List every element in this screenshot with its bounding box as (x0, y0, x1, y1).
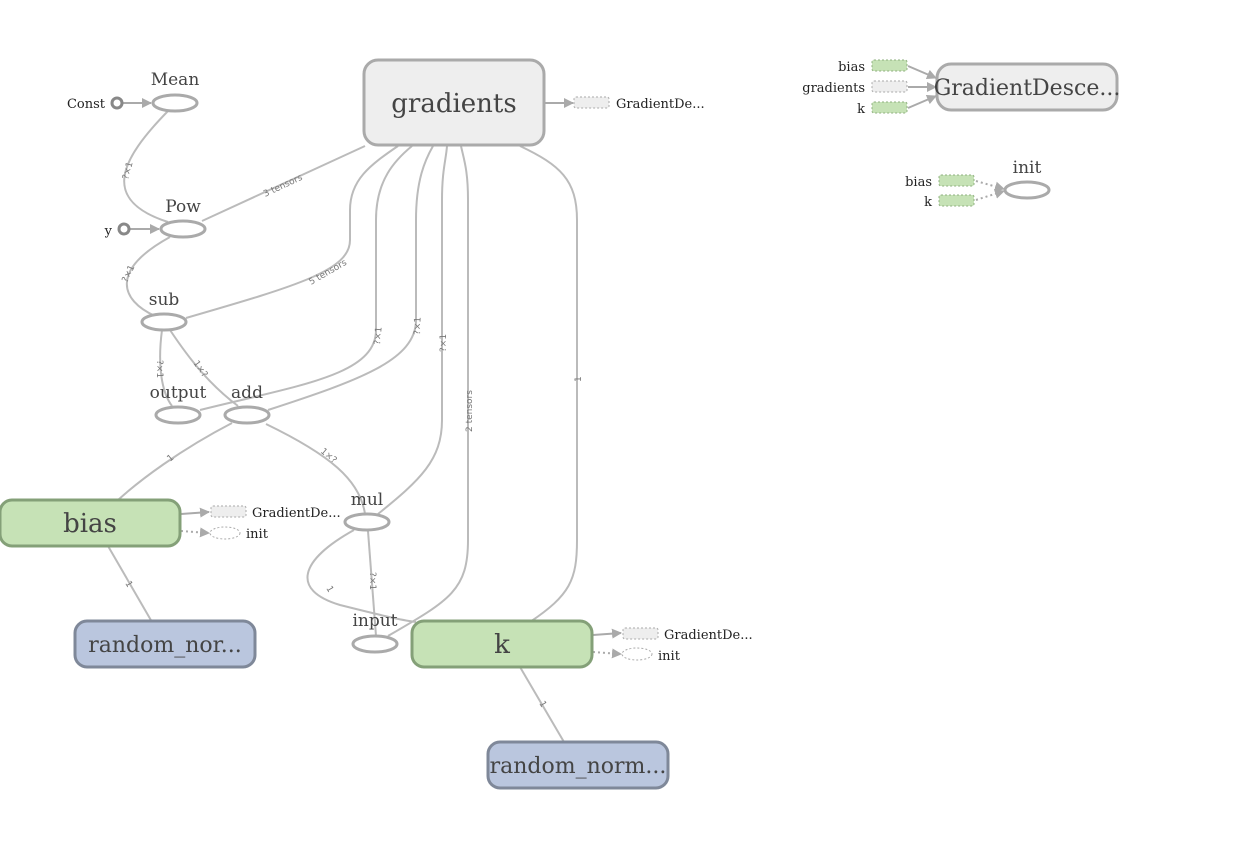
node-y[interactable]: y (104, 222, 131, 239)
stub-label: init (658, 649, 681, 664)
node-label: k (494, 630, 510, 660)
node-label: Const (67, 97, 106, 112)
edge-gdin-bias (907, 65, 937, 80)
stub-gd-in-gradients[interactable]: gradients (802, 80, 908, 96)
edge-label: 5 tensors (308, 258, 350, 288)
node-k[interactable]: k (410, 619, 594, 669)
node-label: random_nor... (88, 633, 241, 658)
edge-label: ?×1 (121, 264, 138, 285)
stub-label: k (924, 195, 932, 210)
edge-sub-grad (185, 145, 399, 319)
edge-label: 1 (574, 376, 584, 382)
node-label: gradients (391, 89, 516, 119)
stub-label: init (246, 527, 269, 542)
edge-label: ?×1 (413, 317, 424, 335)
node-label: output (150, 383, 207, 403)
edge-label: 1 (536, 700, 548, 710)
node-gradients[interactable]: gradients (362, 58, 546, 147)
node-pow[interactable]: Pow (159, 197, 207, 239)
edge-bias-gd (180, 507, 210, 518)
node-random-normal-k[interactable]: random_norm... (486, 740, 670, 790)
edge-label: ?×1 (367, 572, 377, 590)
node-label: Pow (165, 197, 201, 217)
stub-label: GradientDe... (664, 628, 753, 643)
stub-label: gradients (802, 81, 865, 96)
node-label: random_norm... (490, 754, 667, 779)
node-label: init (1013, 158, 1042, 178)
edge-grad-output (199, 145, 413, 411)
edge-label: 1×? (318, 447, 338, 466)
edge-initin-bias (975, 180, 1005, 192)
stub-k-init[interactable]: init (621, 647, 681, 664)
edge-label: 1 (323, 585, 335, 595)
edge-initin-k (975, 188, 1005, 201)
node-gradient-descent[interactable]: GradientDesce... (934, 62, 1121, 112)
edge-label: ?×1 (154, 360, 164, 378)
edge-label: 3 tensors (262, 173, 305, 200)
edge-label: 2 tensors (465, 390, 475, 432)
stub-bias-init[interactable]: init (209, 526, 269, 542)
node-label: add (231, 383, 263, 403)
node-mean[interactable]: Mean (151, 70, 200, 113)
node-label: y (104, 224, 113, 239)
stub-label: GradientDe... (252, 506, 341, 521)
stub-k-gd[interactable]: GradientDe... (622, 627, 753, 643)
stub-init-in-k[interactable]: k (924, 194, 975, 210)
node-init[interactable]: init (1003, 158, 1051, 200)
node-label: GradientDesce... (934, 76, 1121, 101)
node-sub[interactable]: sub (140, 290, 188, 332)
node-label: Mean (151, 70, 200, 90)
node-const[interactable]: Const (67, 96, 124, 112)
edge-gdin-k (907, 94, 937, 109)
edge-mul-k (306, 529, 417, 623)
node-label: input (352, 611, 397, 631)
node-output[interactable]: output (150, 383, 207, 425)
stub-label: bias (905, 175, 932, 190)
stub-gd-in-k[interactable]: k (857, 101, 908, 117)
edge-bias-init (180, 527, 210, 538)
stub-label: GradientDe... (616, 97, 705, 112)
stub-gd-in-bias[interactable]: bias (838, 59, 908, 75)
node-label: bias (63, 509, 117, 539)
edge-label: ?×1 (439, 334, 449, 352)
stub-init-in-bias[interactable]: bias (905, 174, 975, 190)
edge-k-init (592, 648, 622, 659)
stub-label: bias (838, 60, 865, 75)
node-label: mul (351, 490, 384, 510)
node-label: sub (149, 290, 180, 310)
node-random-normal-bias[interactable]: random_nor... (73, 619, 257, 669)
node-bias[interactable]: bias (0, 498, 182, 548)
graph-canvas[interactable]: ?×1 3 tensors ?×1 5 tensors ?×1 1×? ?×1 … (0, 0, 1237, 852)
stub-gradients-out[interactable]: GradientDe... (573, 96, 705, 112)
edge-grad-input (387, 145, 469, 637)
stub-label: k (857, 102, 865, 117)
edge-label: ?×1 (373, 326, 385, 345)
stub-bias-gd[interactable]: GradientDe... (210, 505, 341, 521)
edge-grad-k (519, 145, 578, 623)
edge-label: ?×1 (121, 161, 135, 181)
edge-k-gd (592, 628, 622, 639)
